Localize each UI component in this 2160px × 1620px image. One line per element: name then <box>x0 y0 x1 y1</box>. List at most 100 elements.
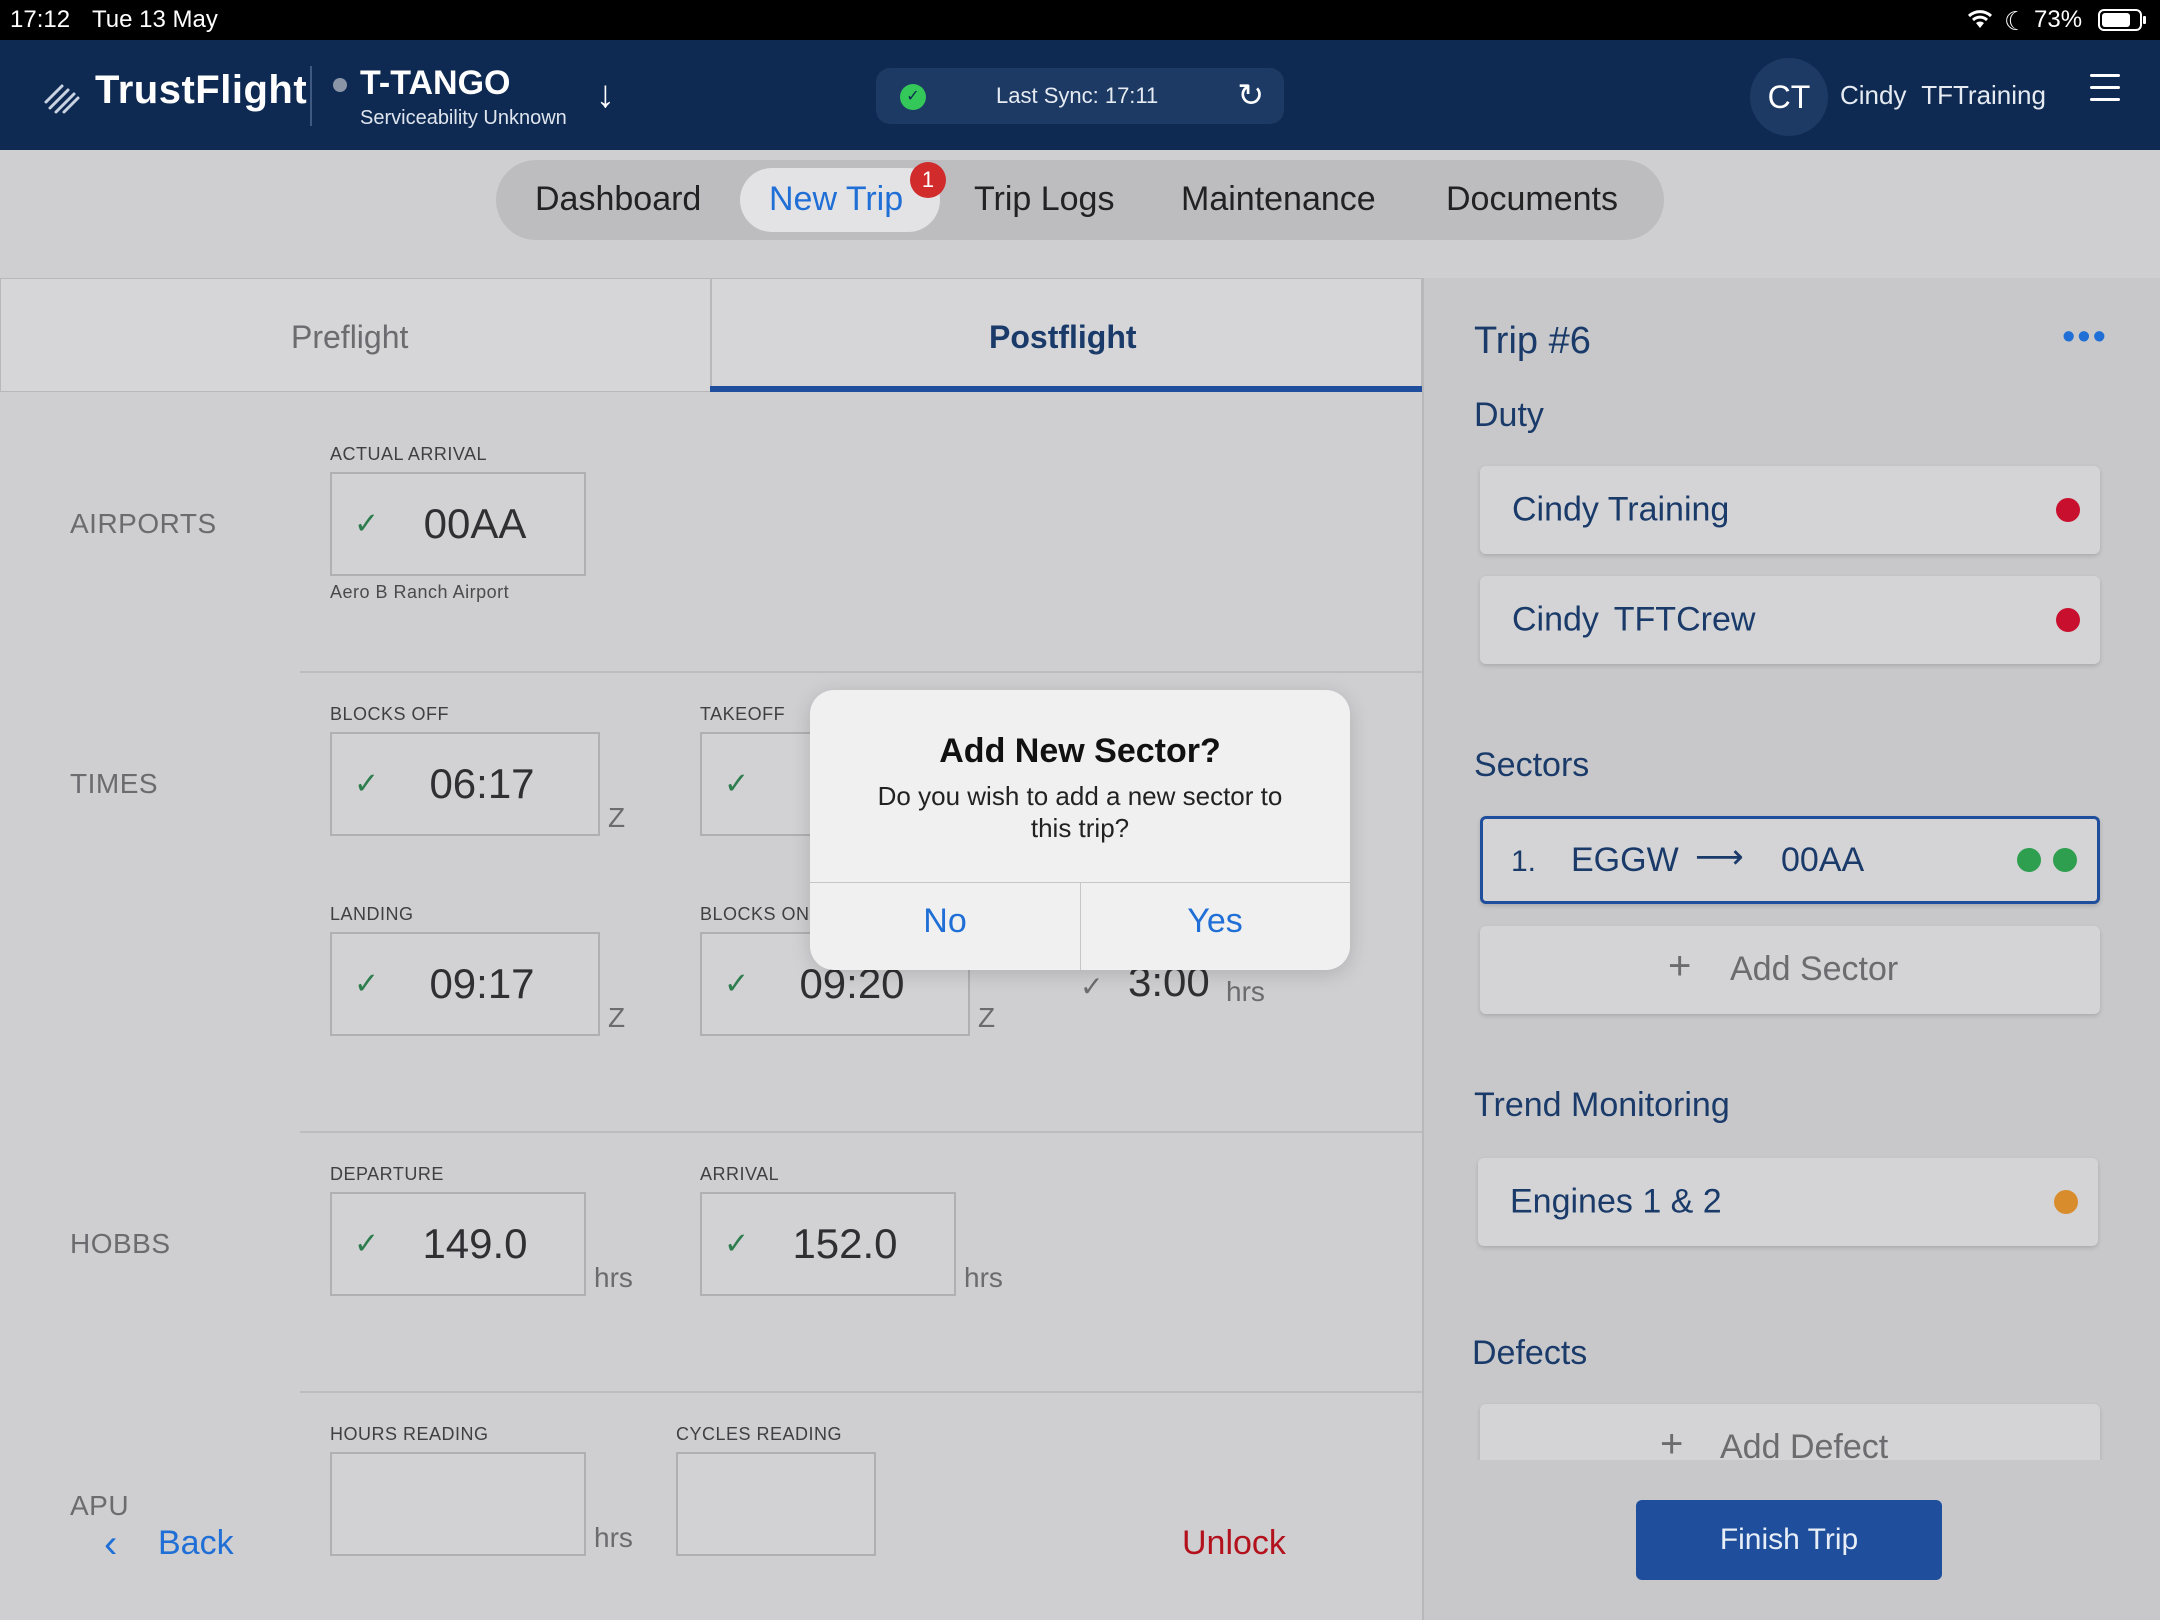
landing-field[interactable]: ✓ 09:17 <box>330 932 600 1036</box>
status-dot <box>2053 848 2077 872</box>
hrs-suffix: hrs <box>964 1262 1003 1293</box>
hobbs-departure-value: 149.0 <box>422 1220 528 1267</box>
aircraft-switch-arrow-icon[interactable]: ↓ <box>596 74 615 117</box>
check-icon: ✓ <box>1080 971 1104 1002</box>
section-airports: AIRPORTS <box>70 508 217 539</box>
status-dot <box>2056 608 2080 632</box>
status-dot <box>2056 498 2080 522</box>
dialog-yes-button[interactable]: Yes <box>1080 902 1350 941</box>
duty-heading: Duty <box>1474 396 1544 434</box>
trend-item-label: Engines 1 & 2 <box>1510 1182 1722 1221</box>
zulu-suffix: Z <box>608 802 626 833</box>
hrs-suffix: hrs <box>594 1262 633 1293</box>
unlock-button[interactable]: Unlock <box>1182 1524 1286 1563</box>
defects-heading: Defects <box>1472 1334 1588 1372</box>
hobbs-departure-field[interactable]: ✓ 149.0 <box>330 1192 586 1296</box>
trend-monitoring-heading: Trend Monitoring <box>1474 1086 1730 1124</box>
dialog-no-button[interactable]: No <box>810 902 1080 941</box>
sector-item[interactable]: 1. EGGW ⟶ 00AA <box>1480 816 2100 904</box>
divider <box>300 1391 1422 1393</box>
blocks-off-value: 06:17 <box>429 760 535 807</box>
trustflight-logo-icon <box>40 72 84 116</box>
tab-new-trip[interactable]: New Trip <box>769 180 903 219</box>
trip-title: Trip #6 <box>1474 320 1591 362</box>
sync-ok-icon: ✓ <box>900 84 926 110</box>
top-nav-bar: TrustFlight T-TANGO Serviceability Unkno… <box>0 40 2160 150</box>
segment-postflight[interactable]: Postflight <box>989 319 1137 356</box>
refresh-icon[interactable]: ↻ <box>1237 76 1264 114</box>
sector-index: 1. <box>1511 845 1537 878</box>
zulu-suffix: Z <box>978 1002 996 1033</box>
status-bar: 17:12 Tue 13 May ☾ 73% <box>0 0 2160 40</box>
moon-icon: ☾ <box>2004 6 2028 36</box>
blocks-off-field[interactable]: ✓ 06:17 <box>330 732 600 836</box>
aircraft-registration[interactable]: T-TANGO <box>360 64 510 103</box>
apu-cycles-field[interactable] <box>676 1452 876 1556</box>
hobbs-arrival-value: 152.0 <box>792 1220 898 1267</box>
trend-item[interactable]: Engines 1 & 2 <box>1478 1158 2098 1246</box>
sector-to: 00AA <box>1781 841 1865 879</box>
add-sector-button[interactable]: + Add Sector <box>1480 926 2100 1014</box>
landing-label: LANDING <box>330 904 414 924</box>
hobbs-arrival-label: ARRIVAL <box>700 1164 780 1184</box>
duty-item[interactable]: Cindy TFTCrew <box>1480 576 2100 664</box>
back-button[interactable]: Back <box>158 1524 234 1563</box>
landing-value: 09:17 <box>429 960 535 1007</box>
apu-hours-field[interactable] <box>330 1452 586 1556</box>
divider <box>300 671 1422 673</box>
last-sync-text: Last Sync: 17:11 <box>996 83 1159 108</box>
duty-name: Cindy Training <box>1512 490 1730 529</box>
back-chevron-icon[interactable]: ‹ <box>104 1522 117 1567</box>
hrs-suffix: hrs <box>1226 976 1265 1007</box>
wifi-icon <box>1965 6 1995 37</box>
sector-from: EGGW <box>1571 841 1679 879</box>
actual-arrival-airport-name: Aero B Ranch Airport <box>330 582 510 602</box>
hrs-suffix: hrs <box>594 1522 633 1553</box>
serviceability-dot <box>333 78 347 92</box>
tab-dashboard[interactable]: Dashboard <box>535 180 701 219</box>
segment-preflight[interactable]: Preflight <box>291 319 408 356</box>
add-defect-button[interactable]: + Add Defect <box>1480 1404 2100 1460</box>
apu-cycles-label: CYCLES READING <box>676 1424 843 1444</box>
status-date: Tue 13 May <box>92 6 218 33</box>
sync-status[interactable]: ✓ Last Sync: 17:11 ↻ <box>876 68 1284 124</box>
hobbs-arrival-field[interactable]: ✓ 152.0 <box>700 1192 956 1296</box>
user-name[interactable]: Cindy TFTraining <box>1840 80 2046 111</box>
route-arrow-icon: ⟶ <box>1695 838 1744 876</box>
add-sector-label: Add Sector <box>1730 950 1899 988</box>
sectors-heading: Sectors <box>1474 746 1590 784</box>
segment-divider <box>710 278 712 392</box>
battery-percent: 73% <box>2034 6 2083 33</box>
avatar[interactable]: CT <box>1750 58 1828 136</box>
plus-icon: + <box>1660 1422 1684 1460</box>
dialog-message: Do you wish to add a new sector to this … <box>877 781 1283 843</box>
status-dot <box>2017 848 2041 872</box>
plus-icon: + <box>1668 944 1692 988</box>
status-time: 17:12 <box>10 6 71 33</box>
new-trip-badge: 1 <box>910 162 946 198</box>
aircraft-serviceability: Serviceability Unknown <box>360 107 567 129</box>
tab-maintenance[interactable]: Maintenance <box>1181 180 1376 219</box>
dialog-title: Add New Sector? <box>939 732 1221 770</box>
actual-arrival-field[interactable]: ✓ 00AA <box>330 472 586 576</box>
apu-hours-label: HOURS READING <box>330 1424 489 1444</box>
divider <box>300 1131 1422 1133</box>
duty-name: Cindy TFTCrew <box>1512 600 1756 639</box>
add-defect-label: Add Defect <box>1720 1428 1889 1460</box>
tab-trip-logs[interactable]: Trip Logs <box>974 180 1114 219</box>
section-hobbs: HOBBS <box>70 1228 171 1259</box>
menu-icon[interactable] <box>2090 74 2120 110</box>
blocks-off-label: BLOCKS OFF <box>330 704 450 724</box>
add-sector-dialog: Add New Sector? Do you wish to add a new… <box>810 690 1350 970</box>
section-apu: APU <box>70 1490 130 1521</box>
finish-trip-button[interactable]: Finish Trip <box>1636 1500 1942 1580</box>
zulu-suffix: Z <box>608 1002 626 1033</box>
battery-icon <box>2098 8 2148 39</box>
actual-arrival-value: 00AA <box>423 500 527 547</box>
duty-item[interactable]: Cindy Training <box>1480 466 2100 554</box>
tab-documents[interactable]: Documents <box>1446 180 1618 219</box>
actual-arrival-label: ACTUAL ARRIVAL <box>330 444 488 464</box>
hobbs-departure-label: DEPARTURE <box>330 1164 444 1184</box>
more-options-icon[interactable]: ••• <box>2062 316 2108 359</box>
section-times: TIMES <box>70 768 159 799</box>
